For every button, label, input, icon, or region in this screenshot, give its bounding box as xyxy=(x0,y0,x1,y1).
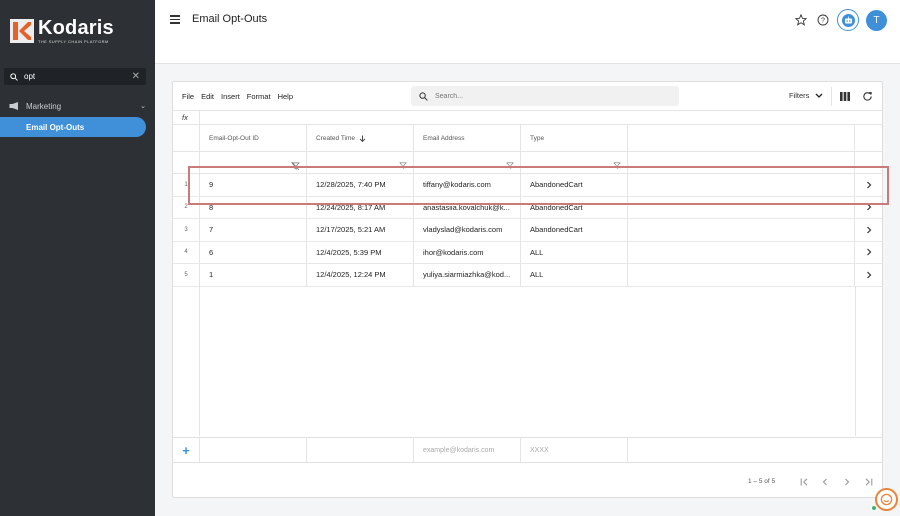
column-header-type[interactable]: Type xyxy=(521,125,628,151)
row-number: 4 xyxy=(173,241,200,263)
cell-type[interactable]: ALL xyxy=(521,264,628,286)
cell-created[interactable]: 12/17/2025, 5:21 AM xyxy=(307,219,414,241)
pagination-range: 1 – 5 of 5 xyxy=(748,478,776,485)
row-number: 3 xyxy=(173,219,200,241)
column-header-email[interactable]: Email Address xyxy=(414,125,521,151)
refresh-icon[interactable] xyxy=(862,91,873,102)
new-cell-empty xyxy=(628,438,882,462)
add-row-button[interactable]: + xyxy=(173,438,200,462)
cell-type[interactable]: ALL xyxy=(521,241,628,263)
first-page-icon[interactable] xyxy=(798,476,810,488)
grid-search-input[interactable] xyxy=(435,92,655,100)
row-highlight-annotation xyxy=(188,166,889,205)
search-icon xyxy=(419,91,428,101)
new-row[interactable]: + example@kodaris.com XXXX xyxy=(173,437,882,463)
search-icon xyxy=(10,72,18,81)
menu-insert[interactable]: Insert xyxy=(221,92,240,101)
table-row[interactable]: 5 1 12/4/2025, 12:24 PM yuliya.siarmiazh… xyxy=(173,264,882,287)
row-open-chevron-icon[interactable] xyxy=(855,219,882,241)
grid-toolbar: File Edit Insert Format Help Filters xyxy=(173,82,882,111)
assistant-bot-button[interactable] xyxy=(837,9,859,31)
row-open-chevron-icon[interactable] xyxy=(855,264,882,286)
cell-id[interactable]: 7 xyxy=(200,219,307,241)
sidebar-section-label: Marketing xyxy=(26,101,62,111)
star-icon[interactable] xyxy=(791,10,811,30)
menu-file[interactable]: File xyxy=(182,92,194,101)
robot-icon xyxy=(841,13,855,27)
column-header-id[interactable]: Email-Opt-Out ID xyxy=(200,125,307,151)
formula-label: fx xyxy=(182,113,188,122)
filters-label: Filters xyxy=(789,91,810,100)
new-cell-email[interactable]: example@kodaris.com xyxy=(414,438,521,462)
columns-icon[interactable] xyxy=(840,92,850,101)
new-cell-created[interactable] xyxy=(307,438,414,462)
last-page-icon[interactable] xyxy=(862,476,874,488)
cell-email[interactable]: vladyslad@kodaris.com xyxy=(414,219,521,241)
data-grid-card: File Edit Insert Format Help Filters fx … xyxy=(172,81,883,498)
megaphone-icon xyxy=(9,102,18,110)
cell-empty xyxy=(628,241,855,263)
kodaris-logo-icon xyxy=(10,19,34,43)
page-title: Email Opt-Outs xyxy=(192,13,268,25)
column-header-actions xyxy=(855,125,882,151)
cell-email[interactable]: yuliya.siarmiazhka@kod... xyxy=(414,264,521,286)
brand-tagline: THE SUPPLY CHAIN PLATFORM xyxy=(38,39,109,44)
chat-icon xyxy=(880,493,893,506)
menu-format[interactable]: Format xyxy=(247,92,271,101)
toolbar-divider xyxy=(831,87,832,106)
help-icon[interactable]: ? xyxy=(813,10,833,30)
new-cell-id[interactable] xyxy=(200,438,307,462)
chevron-down-icon: ⌄ xyxy=(140,103,146,110)
column-header-created-time[interactable]: Created Time xyxy=(307,125,414,151)
filters-button[interactable]: Filters xyxy=(789,91,823,100)
plus-icon: + xyxy=(182,442,190,458)
sidebar: Kodaris THE SUPPLY CHAIN PLATFORM ✕ Mark… xyxy=(0,0,155,516)
menu-icon[interactable] xyxy=(170,15,180,24)
clear-search-icon[interactable]: ✕ xyxy=(132,71,140,82)
brand-name: Kodaris xyxy=(38,17,114,39)
table-row[interactable]: 4 6 12/4/2025, 5:39 PM ihor@kodaris.com … xyxy=(173,241,882,264)
cell-created[interactable]: 12/4/2025, 12:24 PM xyxy=(307,264,414,286)
sidebar-section-marketing[interactable]: Marketing ⌄ xyxy=(0,98,155,114)
row-open-chevron-icon[interactable] xyxy=(855,242,882,264)
top-header: Email Opt-Outs ? T xyxy=(155,0,900,64)
cell-id[interactable]: 6 xyxy=(200,241,307,263)
svg-text:?: ? xyxy=(821,18,825,25)
menu-help[interactable]: Help xyxy=(278,92,293,101)
previous-page-icon[interactable] xyxy=(819,476,831,488)
sidebar-search: ✕ xyxy=(4,68,146,85)
new-cell-type[interactable]: XXXX xyxy=(521,438,628,462)
row-number-header xyxy=(173,125,200,151)
grid-empty-area xyxy=(173,286,882,436)
online-status-dot xyxy=(871,505,877,511)
menu-edit[interactable]: Edit xyxy=(201,92,214,101)
sidebar-item-email-opt-outs[interactable]: Email Opt-Outs xyxy=(0,117,146,137)
user-avatar[interactable]: T xyxy=(866,9,887,31)
cell-id[interactable]: 1 xyxy=(200,264,307,286)
column-header-empty xyxy=(628,125,855,151)
chevron-down-icon xyxy=(815,93,823,98)
menu-bar: File Edit Insert Format Help xyxy=(182,92,300,101)
cell-type[interactable]: AbandonedCart xyxy=(521,219,628,241)
next-page-icon[interactable] xyxy=(841,476,853,488)
row-number: 5 xyxy=(173,264,200,286)
sort-descending-icon[interactable] xyxy=(359,134,366,142)
cell-empty xyxy=(628,219,855,241)
formula-bar[interactable]: fx xyxy=(173,111,882,125)
sidebar-search-input[interactable] xyxy=(24,72,128,81)
cell-empty xyxy=(628,264,855,286)
column-header-label: Created Time xyxy=(316,134,356,142)
chat-widget-button[interactable] xyxy=(875,488,898,511)
pagination: 1 – 5 of 5 xyxy=(173,472,882,492)
cell-email[interactable]: ihor@kodaris.com xyxy=(414,241,521,263)
cell-created[interactable]: 12/4/2025, 5:39 PM xyxy=(307,241,414,263)
grid-search xyxy=(411,86,679,106)
brand-logo[interactable]: Kodaris THE SUPPLY CHAIN PLATFORM xyxy=(10,18,114,44)
grid-header-row: Email-Opt-Out ID Created Time Email Addr… xyxy=(173,125,882,152)
table-row[interactable]: 3 7 12/17/2025, 5:21 AM vladyslad@kodari… xyxy=(173,219,882,242)
